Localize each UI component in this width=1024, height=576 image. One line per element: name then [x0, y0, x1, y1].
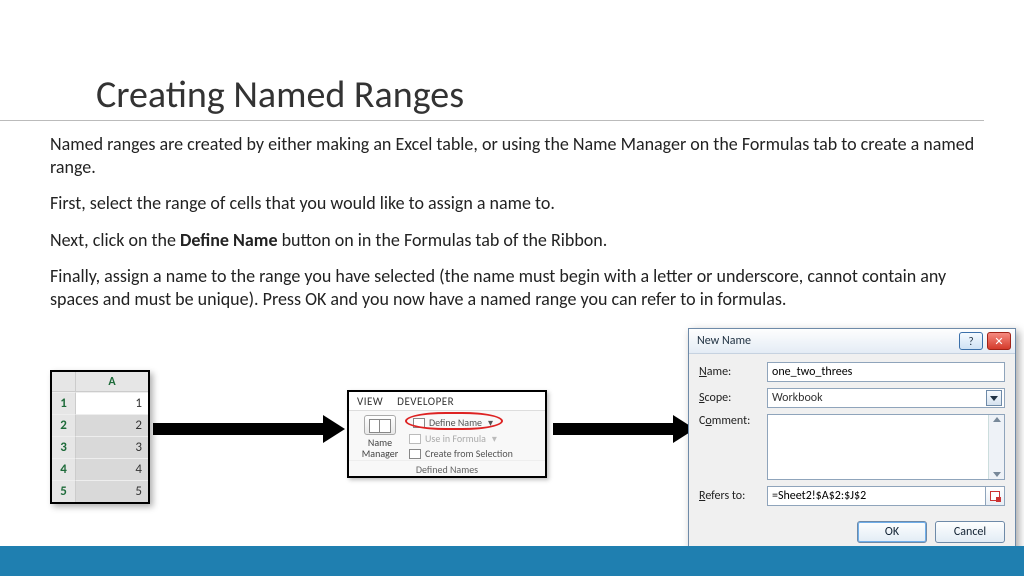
name-manager-button[interactable]: Name Manager	[355, 415, 405, 460]
refers-to-field[interactable]	[767, 486, 985, 506]
scroll-up-icon	[993, 417, 1001, 422]
new-name-dialog: New Name ? ✕ Name: Scope: Workbook Comme…	[688, 328, 1016, 554]
chevron-down-icon	[990, 396, 998, 401]
define-name-label: Define Name	[429, 416, 482, 429]
ribbon-figure: VIEW DEVELOPER Name Manager Define Name …	[347, 390, 547, 478]
tab-view[interactable]: VIEW	[357, 395, 383, 408]
excel-row-header: 4	[52, 458, 76, 480]
name-label: Name:	[699, 365, 761, 379]
range-picker-icon	[990, 491, 1000, 501]
excel-row-header: 1	[52, 392, 76, 414]
chevron-down-icon: ▾	[488, 416, 493, 429]
excel-cell: 4	[76, 458, 148, 480]
name-manager-label: Name Manager	[362, 437, 398, 459]
close-button[interactable]: ✕	[987, 332, 1011, 350]
name-manager-icon	[364, 415, 396, 435]
dialog-title: New Name	[697, 334, 751, 348]
create-from-selection-icon	[409, 449, 421, 459]
scope-value: Workbook	[772, 391, 823, 405]
define-name-button[interactable]: Define Name ▾	[409, 415, 513, 430]
excel-selection-figure: A 11 22 33 44 55	[50, 370, 150, 504]
arrow-icon	[153, 415, 345, 443]
use-in-formula-icon	[409, 434, 421, 444]
comment-label: Comment:	[699, 414, 761, 428]
refers-to-label: Refers to:	[699, 489, 761, 503]
name-field[interactable]	[767, 362, 1005, 382]
excel-row-header: 2	[52, 414, 76, 436]
create-from-selection-label: Create from Selection	[425, 447, 513, 460]
excel-row-header: 3	[52, 436, 76, 458]
excel-select-all-corner	[52, 372, 76, 392]
scrollbar[interactable]	[988, 415, 1004, 479]
scope-select[interactable]: Workbook	[767, 388, 1005, 408]
slide-footer-bar	[0, 546, 1024, 576]
use-in-formula-button[interactable]: Use in Formula ▾	[409, 432, 513, 445]
help-button[interactable]: ?	[959, 332, 983, 350]
excel-cell: 3	[76, 436, 148, 458]
ok-button[interactable]: OK	[857, 521, 927, 543]
arrow-icon	[553, 415, 695, 443]
help-icon: ?	[968, 335, 973, 348]
use-in-formula-label: Use in Formula	[425, 432, 486, 445]
define-name-icon	[413, 418, 425, 428]
close-icon: ✕	[994, 335, 1003, 348]
create-from-selection-button[interactable]: Create from Selection	[409, 447, 513, 460]
excel-cell: 2	[76, 414, 148, 436]
tab-developer[interactable]: DEVELOPER	[397, 395, 454, 408]
scroll-down-icon	[993, 472, 1001, 477]
scope-label: Scope:	[699, 391, 761, 405]
dropdown-button[interactable]	[986, 390, 1002, 406]
excel-cell: 1	[76, 392, 148, 414]
excel-cell: 5	[76, 480, 148, 502]
cancel-button[interactable]: Cancel	[935, 521, 1005, 543]
range-picker-button[interactable]	[985, 486, 1005, 506]
chevron-down-icon: ▾	[492, 432, 497, 445]
ribbon-group-label: Defined Names	[349, 460, 545, 476]
excel-col-header-a: A	[76, 372, 148, 392]
comment-field[interactable]	[767, 414, 1005, 480]
excel-row-header: 5	[52, 480, 76, 502]
